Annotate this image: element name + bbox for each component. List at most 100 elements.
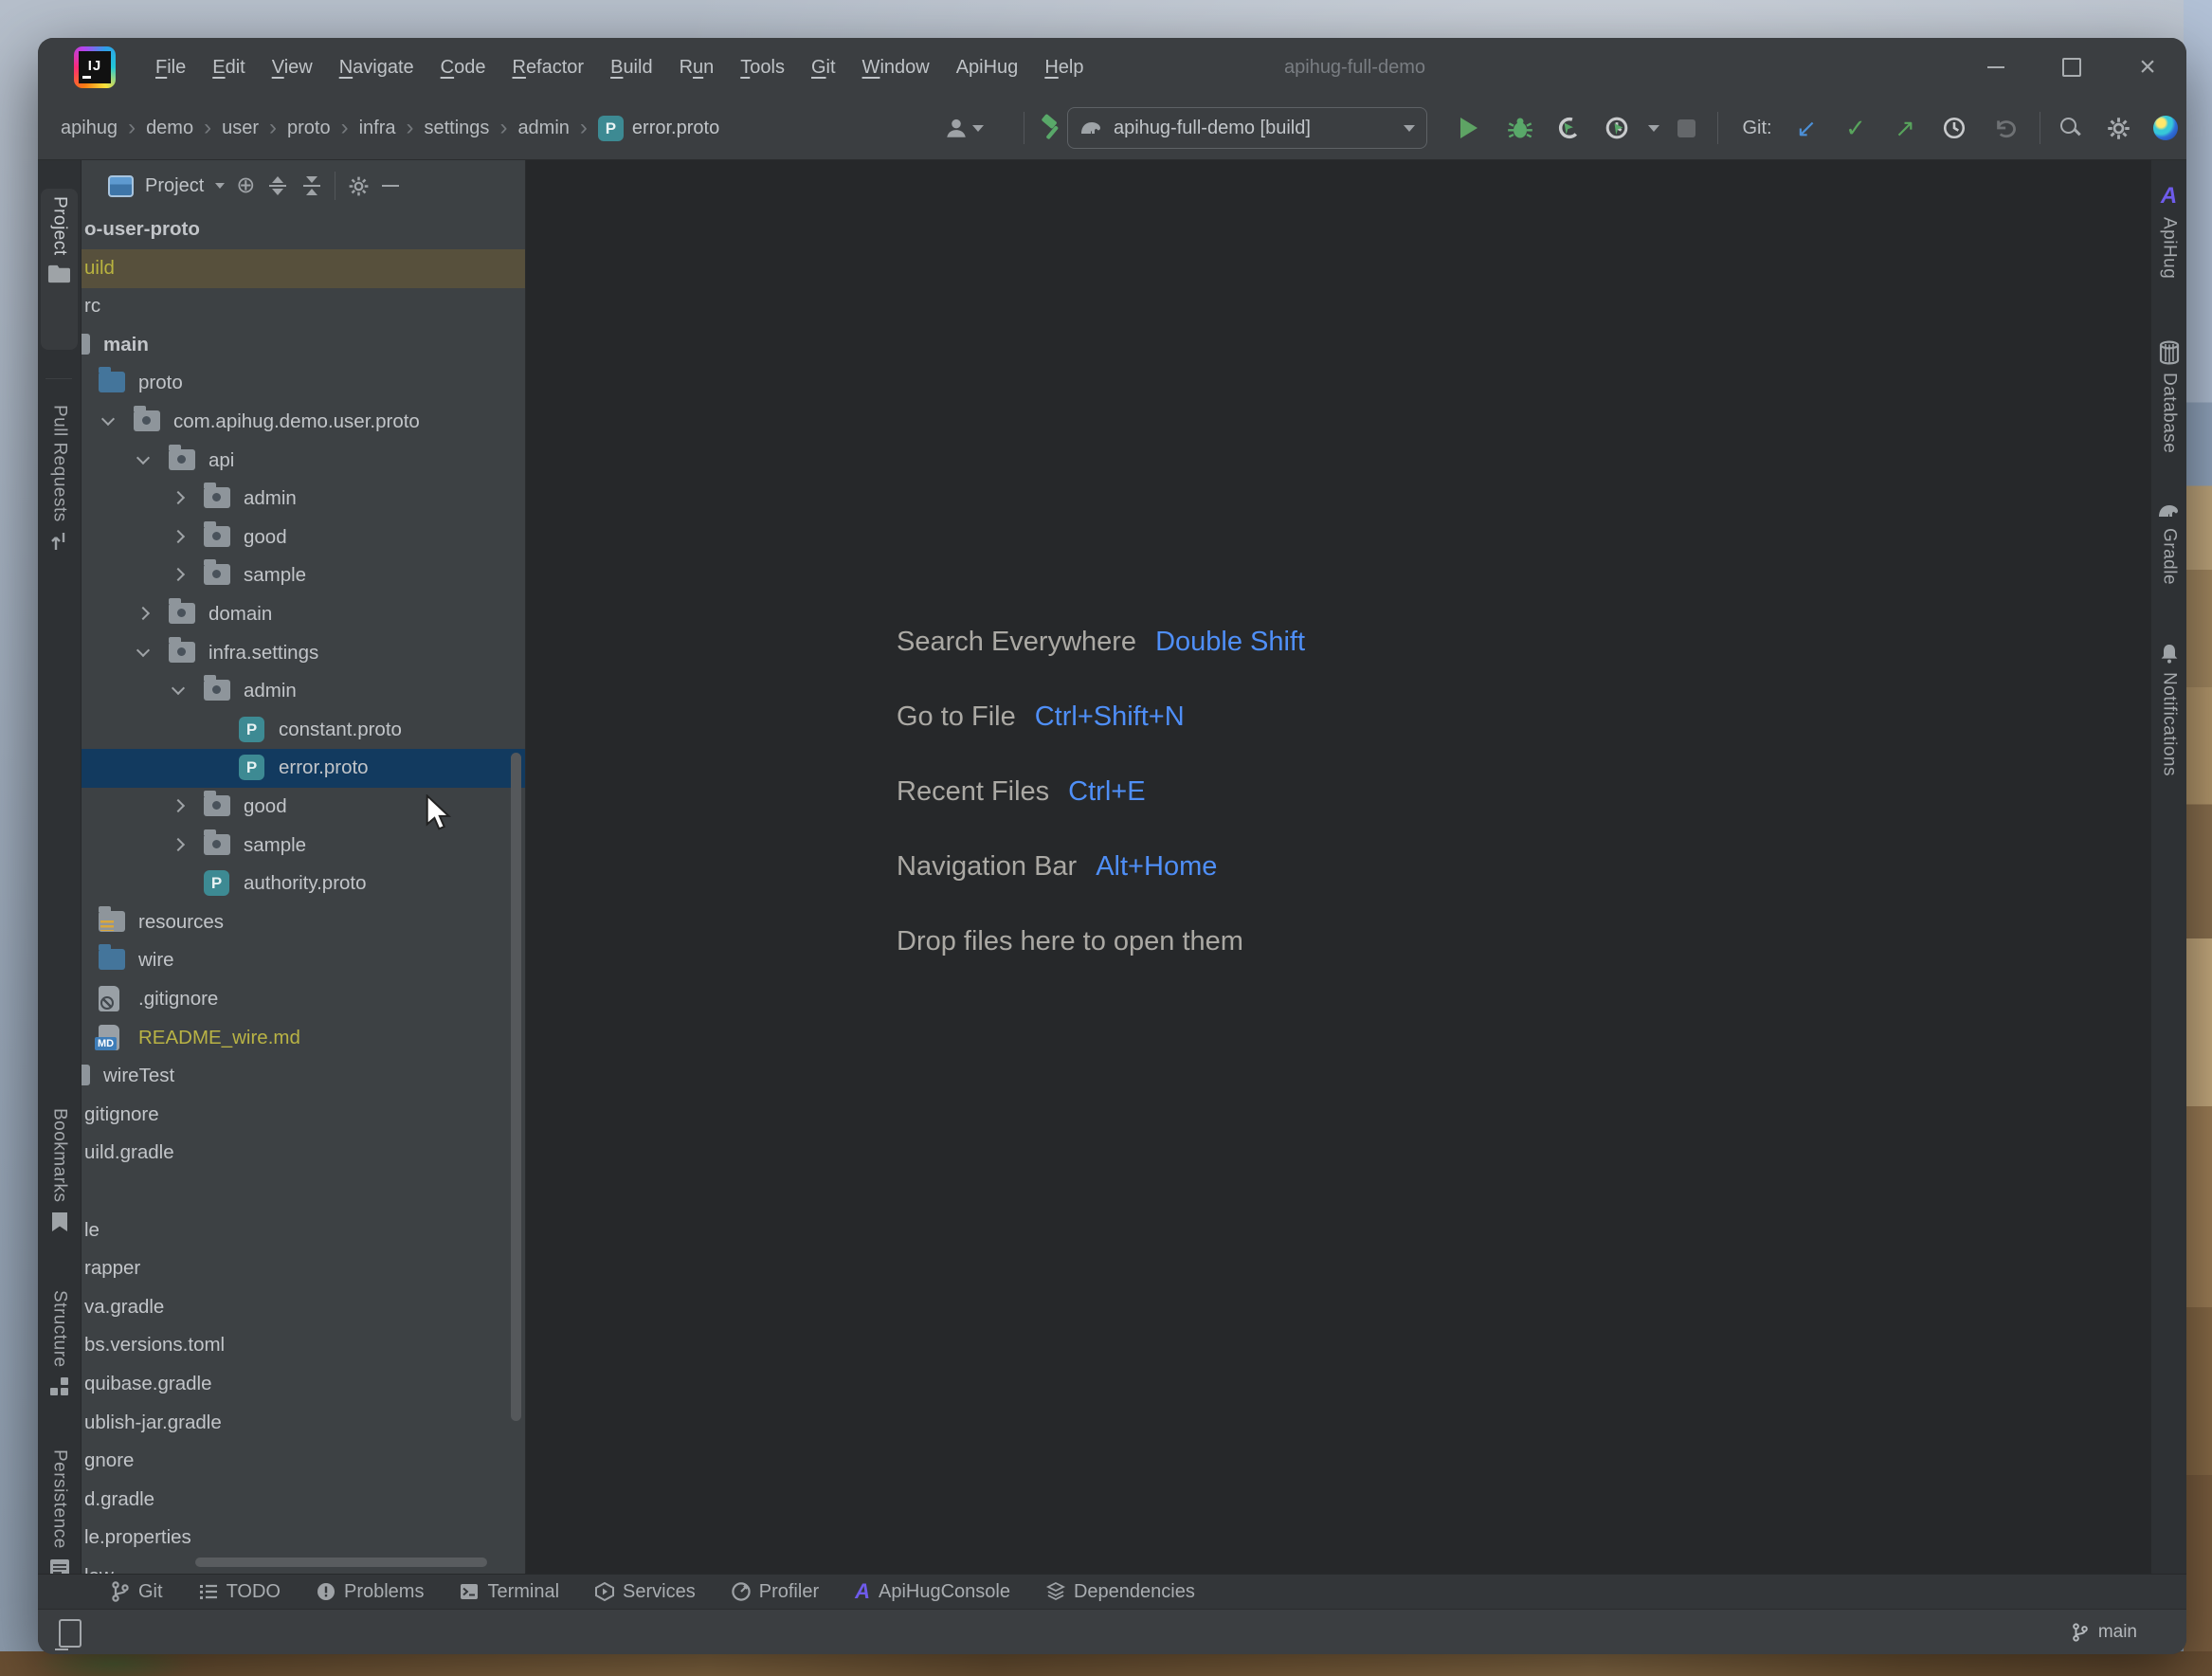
tree-row[interactable]: domain	[82, 595, 525, 634]
tree-row[interactable]: rapper	[82, 1249, 525, 1288]
tree-row[interactable]: va.gradle	[82, 1288, 525, 1327]
menu-code[interactable]: Code	[427, 57, 499, 79]
tree-row[interactable]: proto	[82, 364, 525, 403]
tree-row[interactable]: admin	[82, 672, 525, 711]
collapse-all-icon[interactable]	[300, 176, 323, 195]
intellij-idea-logo-icon[interactable]	[74, 46, 116, 88]
tree-row[interactable]: bs.versions.toml	[82, 1326, 525, 1365]
ai-assistant-sphere-icon[interactable]	[2151, 97, 2180, 159]
stop-button[interactable]	[1670, 97, 1702, 159]
tree-row[interactable]: com.apihug.demo.user.proto	[82, 403, 525, 442]
tool-window-tab-dependencies[interactable]: Dependencies	[1046, 1581, 1195, 1603]
settings-gear-icon[interactable]	[2098, 97, 2138, 159]
menu-build[interactable]: Build	[597, 57, 665, 79]
git-commit-icon[interactable]: ✓	[1837, 97, 1875, 159]
tree-chevron-icon[interactable]	[137, 608, 149, 619]
tree-row[interactable]: sample	[82, 556, 525, 595]
tool-window-tab-git[interactable]: Git	[111, 1581, 163, 1603]
tree-row[interactable]: quibase.gradle	[82, 1365, 525, 1404]
menu-apihug[interactable]: ApiHug	[943, 57, 1032, 79]
menu-help[interactable]: Help	[1031, 57, 1097, 79]
breadcrumb-item[interactable]: settings›	[425, 118, 518, 139]
tree-row[interactable]: README_wire.md	[82, 1019, 525, 1058]
menu-navigate[interactable]: Navigate	[326, 57, 427, 79]
tree-row[interactable]: wire	[82, 941, 525, 980]
editor-empty-state[interactable]: Search Everywhere Double Shift Go to Fil…	[526, 160, 2151, 1574]
tool-window-tab-apihugconsole[interactable]: A ApiHugConsole	[855, 1579, 1010, 1604]
menu-window[interactable]: Window	[849, 57, 943, 79]
menu-run[interactable]: Run	[666, 57, 728, 79]
minimize-button[interactable]	[1974, 46, 2018, 88]
tree-row[interactable]: d.gradle	[82, 1481, 525, 1520]
tool-window-tab-project[interactable]: Project	[38, 196, 81, 284]
menu-edit[interactable]: Edit	[199, 57, 258, 79]
coverage-button[interactable]	[1598, 97, 1636, 159]
tree-chevron-icon[interactable]	[102, 415, 114, 427]
tree-chevron-icon[interactable]	[137, 454, 149, 465]
git-branch-widget[interactable]: main	[2072, 1610, 2137, 1654]
git-history-icon[interactable]	[1935, 97, 1973, 159]
close-button[interactable]: ×	[2126, 46, 2169, 88]
tree-row[interactable]: sample	[82, 827, 525, 865]
profile-button[interactable]	[1550, 97, 1588, 159]
tree-chevron-icon[interactable]	[172, 569, 184, 580]
tree-row[interactable]: wireTest	[82, 1057, 525, 1096]
tree-row[interactable]: admin	[82, 480, 525, 519]
tool-window-tab-todo[interactable]: TODO	[199, 1581, 281, 1603]
tool-window-tab-gradle[interactable]: Gradle	[2151, 501, 2186, 585]
menu-view[interactable]: View	[259, 57, 326, 79]
breadcrumb-current-file[interactable]: error.proto	[632, 118, 719, 139]
menu-git[interactable]: Git	[798, 57, 849, 79]
tree-row[interactable]: error.proto	[82, 749, 525, 788]
tool-window-tab-problems[interactable]: Problems	[317, 1581, 424, 1603]
panel-options-gear-icon[interactable]	[347, 174, 371, 198]
view-mode-caret-icon[interactable]	[215, 183, 225, 189]
run-more-caret[interactable]	[1643, 97, 1664, 159]
tree-row[interactable]: good	[82, 519, 525, 557]
run-button[interactable]	[1452, 97, 1486, 159]
maximize-button[interactable]	[2050, 46, 2094, 88]
tree-row[interactable]: infra.settings	[82, 634, 525, 673]
tree-row[interactable]: le.properties	[82, 1519, 525, 1558]
git-rollback-icon[interactable]	[1985, 97, 2022, 159]
tool-window-tab-pull-requests[interactable]: Pull Requests	[38, 405, 81, 553]
breadcrumb-item[interactable]: user›	[222, 118, 287, 139]
tree-chevron-icon[interactable]	[172, 684, 184, 696]
tree-row[interactable]: resources	[82, 903, 525, 942]
tool-window-tab-notifications[interactable]: Notifications	[2151, 642, 2186, 776]
tree-row[interactable]: gnore	[82, 1442, 525, 1481]
window-layouts-icon[interactable]	[59, 1619, 82, 1648]
tree-vertical-scrollbar[interactable]	[511, 753, 521, 1421]
breadcrumb-item[interactable]: demo›	[146, 118, 222, 139]
search-everywhere-icon[interactable]	[2051, 97, 2091, 159]
breadcrumb-item[interactable]: infra›	[359, 118, 425, 139]
tree-row[interactable]: good	[82, 788, 525, 827]
tree-chevron-icon[interactable]	[172, 492, 184, 503]
tree-row[interactable]: o-user-proto	[82, 210, 525, 249]
tree-row[interactable]: ublish-jar.gradle	[82, 1404, 525, 1443]
tree-row[interactable]: api	[82, 442, 525, 481]
tree-chevron-icon[interactable]	[172, 800, 184, 811]
tool-window-tab-structure[interactable]: Structure	[38, 1290, 81, 1398]
tree-row[interactable]: le	[82, 1211, 525, 1250]
tree-chevron-icon[interactable]	[137, 647, 149, 658]
tool-window-tab-profiler[interactable]: Profiler	[732, 1581, 819, 1603]
tree-chevron-icon[interactable]	[172, 839, 184, 850]
tree-row[interactable]	[82, 1173, 525, 1211]
tree-row[interactable]: uild	[82, 249, 525, 288]
expand-all-icon[interactable]	[266, 176, 289, 195]
tool-window-tab-apihug[interactable]: A ApiHug	[2151, 183, 2186, 279]
tree-horizontal-scrollbar[interactable]	[195, 1558, 487, 1567]
menu-tools[interactable]: Tools	[727, 57, 798, 79]
breadcrumb-item[interactable]: proto›	[287, 118, 359, 139]
tree-row[interactable]: .gitignore	[82, 980, 525, 1019]
debug-button[interactable]	[1501, 97, 1539, 159]
menu-file[interactable]: File	[142, 57, 199, 79]
menu-refactor[interactable]: Refactor	[499, 57, 597, 79]
hide-panel-icon[interactable]	[382, 185, 399, 188]
tool-window-tab-bookmarks[interactable]: Bookmarks	[38, 1108, 81, 1233]
locate-file-icon[interactable]: ⊕	[236, 174, 255, 197]
tree-row[interactable]: gitignore	[82, 1096, 525, 1135]
tree-chevron-icon[interactable]	[172, 531, 184, 542]
breadcrumb-item[interactable]: admin›	[517, 118, 597, 139]
